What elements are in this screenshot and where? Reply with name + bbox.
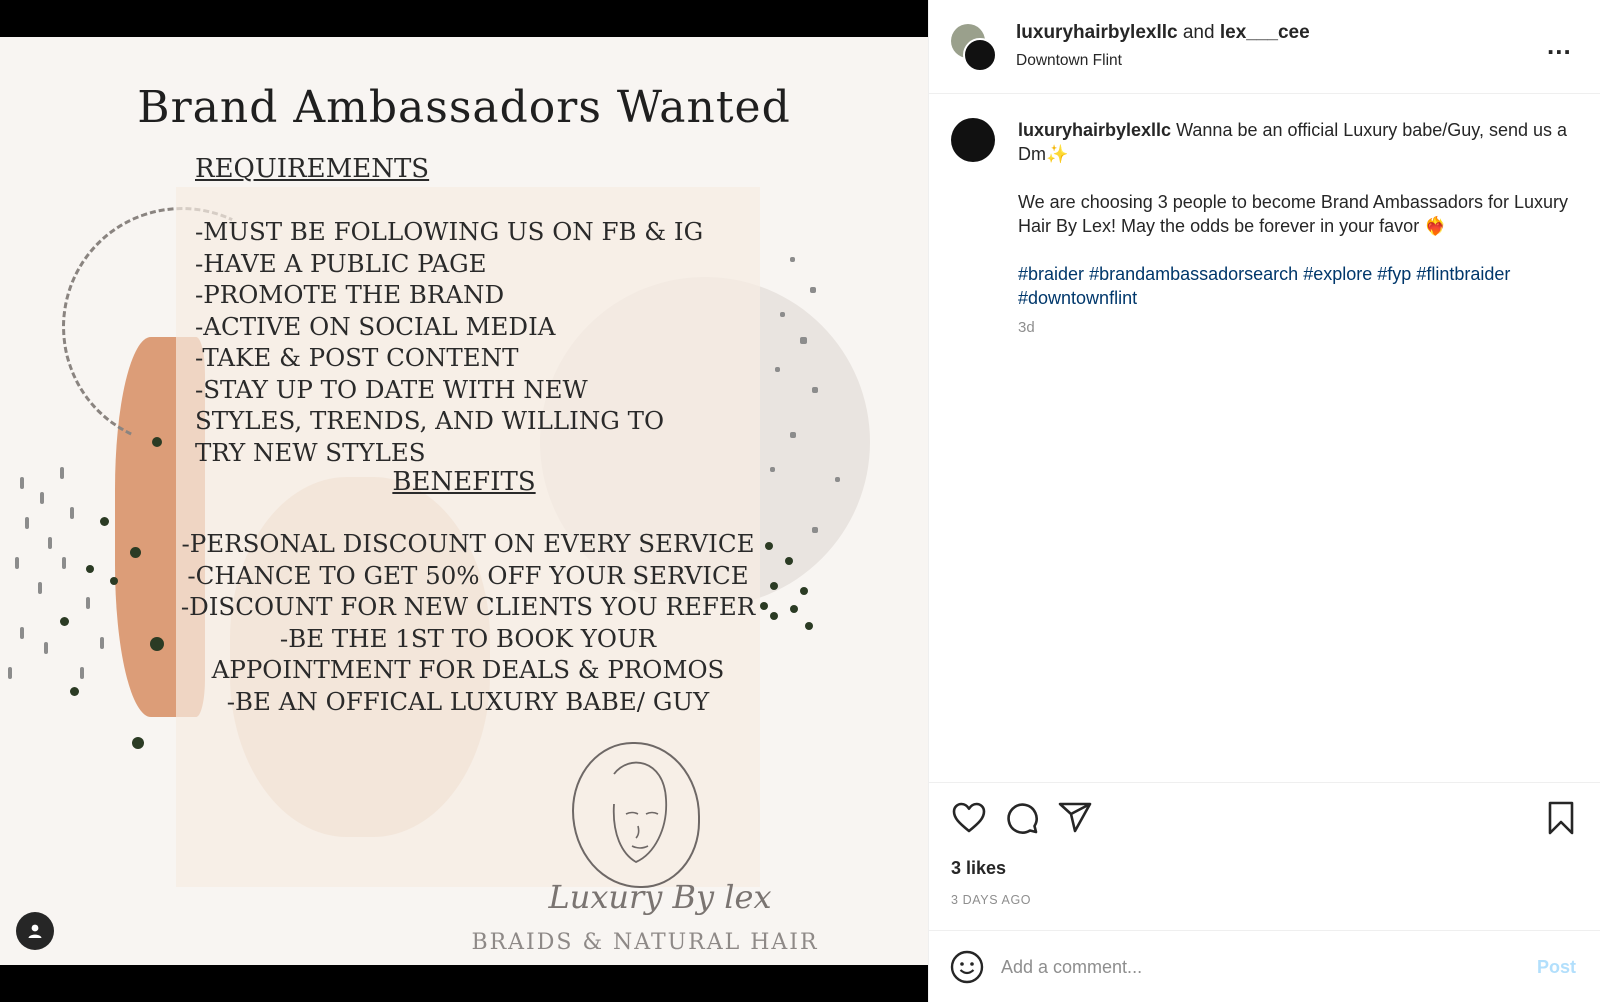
tagged-users-button[interactable] [16,912,54,950]
requirement-item: -ACTIVE ON SOCIAL MEDIA [195,311,556,341]
post-side-panel: luxuryhairbylexllc and lex___cee Downtow… [928,0,1600,1002]
post-location[interactable]: Downtown Flint [1016,52,1122,70]
requirements-heading: REQUIREMENTS [195,154,430,184]
hashtag-link[interactable]: #flintbraider [1416,264,1510,284]
benefit-item: -DISCOUNT FOR NEW CLIENTS YOU REFER [180,592,756,621]
emoji-icon[interactable] [949,949,985,985]
requirement-item: -MUST BE FOLLOWING US ON FB & IG [195,217,704,246]
comment-input[interactable] [1001,953,1501,981]
instagram-post-view: Brand Ambassadors Wanted REQUIREMENTS -M… [0,0,1600,1002]
caption-timestamp: 3d [1018,319,1035,336]
post-comment-button[interactable]: Post [1537,957,1576,978]
benefits-heading: BENEFITS [392,467,536,497]
likes-count[interactable]: 3 likes [951,858,1006,879]
collab-avatars[interactable] [951,24,999,72]
logo-face-drawing [572,742,700,888]
post-header: luxuryhairbylexllc and lex___cee Downtow… [929,0,1600,94]
benefits-list: -PERSONAL DISCOUNT ON EVERY SERVICE -CHA… [176,528,760,717]
benefit-item: -CHANCE TO GET 50% OFF YOUR SERVICE [187,560,749,590]
post-image[interactable]: Brand Ambassadors Wanted [0,37,928,965]
caption-username[interactable]: luxuryhairbylexllc [1018,120,1171,140]
user-icon [28,924,42,938]
hashtag-link[interactable]: #braider [1018,264,1084,284]
post-caption: luxuryhairbylexllc Wanna be an official … [1018,118,1578,310]
post-media: Brand Ambassadors Wanted REQUIREMENTS -M… [0,0,928,1002]
requirement-item: -STAY UP TO DATE WITH NEW STYLES, TRENDS… [195,374,665,467]
hashtag-link[interactable]: #explore [1303,264,1372,284]
post-authors: luxuryhairbylexllc and lex___cee [1016,22,1310,44]
hashtag-link[interactable]: #downtownflint [1018,288,1137,308]
hashtag-link[interactable]: #brandambassadorsearch [1089,264,1298,284]
comment-icon[interactable] [1004,800,1040,836]
avatar[interactable] [963,38,997,72]
author-username[interactable]: luxuryhairbylexllc [1016,22,1178,43]
requirement-item: -TAKE & POST CONTENT [195,343,519,372]
author-username[interactable]: lex___cee [1220,22,1310,43]
poster-title: Brand Ambassadors Wanted [137,82,791,133]
caption-hashtags: #braider #brandambassadorsearch #explore… [1018,262,1578,310]
comment-bar: Post [929,930,1600,1002]
benefit-item: -BE THE 1ST TO BOOK YOUR APPOINTMENT FOR… [211,623,725,685]
caption-text: We are choosing 3 people to become Brand… [1018,192,1568,236]
share-icon[interactable] [1057,800,1093,836]
author-connector: and [1182,22,1215,43]
logo-subtitle: BRAIDS & NATURAL HAIR [471,930,819,955]
requirement-item: -PROMOTE THE BRAND [195,280,505,309]
avatar[interactable] [951,118,995,162]
heart-icon[interactable] [951,800,987,836]
requirement-item: -HAVE A PUBLIC PAGE [195,248,487,278]
logo-script: Luxury By lex [548,878,772,916]
bookmark-icon[interactable] [1543,800,1579,836]
post-date: 3 DAYS AGO [951,893,1032,907]
more-icon[interactable]: ... [1547,30,1572,61]
benefit-item: -PERSONAL DISCOUNT ON EVERY SERVICE [181,529,755,558]
benefit-item: -BE AN OFFICAL LUXURY BABE/ GUY [226,686,710,716]
requirements-list: -MUST BE FOLLOWING US ON FB & IG -HAVE A… [195,216,755,468]
hashtag-link[interactable]: #fyp [1377,264,1411,284]
